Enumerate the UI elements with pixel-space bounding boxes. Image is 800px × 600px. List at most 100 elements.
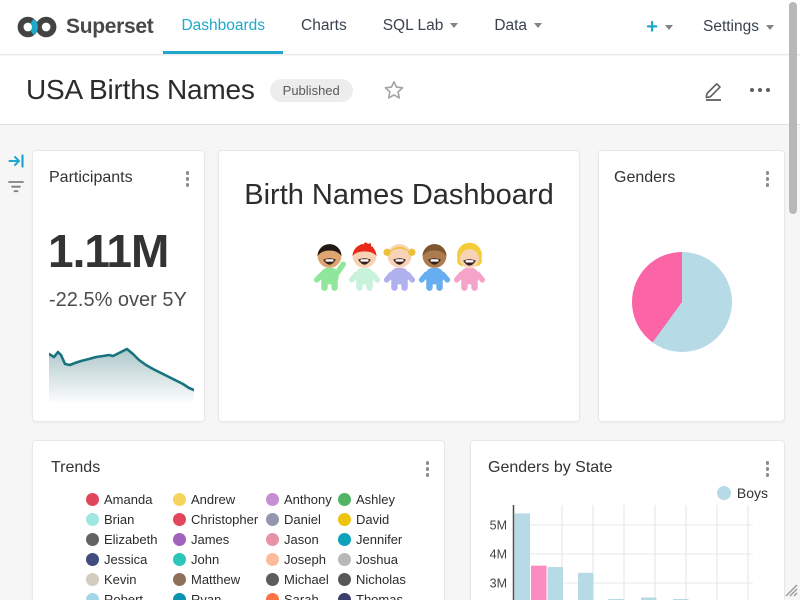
nav-item-label: SQL Lab <box>383 17 444 35</box>
filter-list-icon[interactable] <box>7 178 25 196</box>
favorite-star-icon[interactable] <box>384 80 404 100</box>
legend-label: Jennifer <box>356 532 402 547</box>
svg-text:3M: 3M <box>490 577 507 591</box>
legend-item-boys[interactable]: Boys <box>717 485 768 501</box>
chart-kebab-menu-icon[interactable] <box>423 458 433 480</box>
legend-item-andrew[interactable]: Andrew <box>173 489 266 509</box>
legend-item-jennifer[interactable]: Jennifer <box>338 529 444 549</box>
genders-card: Genders <box>598 150 785 422</box>
legend-item-john[interactable]: John <box>173 549 266 569</box>
legend-dot <box>338 593 351 600</box>
legend-label: Elizabeth <box>104 532 157 547</box>
legend-item-joshua[interactable]: Joshua <box>338 549 444 569</box>
legend-item-james[interactable]: James <box>173 529 266 549</box>
legend-dot <box>86 493 99 506</box>
legend-dot <box>86 533 99 546</box>
legend-dot <box>338 553 351 566</box>
legend-item-robert[interactable]: Robert <box>86 589 173 600</box>
nav-item-dashboards[interactable]: Dashboards <box>163 0 283 54</box>
legend-label: Brian <box>104 512 134 527</box>
new-item-menu[interactable]: + <box>646 17 673 37</box>
legend-item-nicholas[interactable]: Nicholas <box>338 569 444 589</box>
genders-by-state-card: 5M4M3M Genders by State Boys <box>470 440 785 600</box>
legend-item-ryan[interactable]: Ryan <box>173 589 266 600</box>
legend-dot <box>266 553 279 566</box>
welcome-card: Birth Names Dashboard <box>218 150 580 422</box>
chart-kebab-menu-icon[interactable] <box>763 168 773 190</box>
legend-item-michael[interactable]: Michael <box>266 569 338 589</box>
baby-figure-1 <box>313 239 346 295</box>
legend-dot <box>266 593 279 600</box>
baby-figure-3 <box>383 239 416 295</box>
legend-item-jason[interactable]: Jason <box>266 529 338 549</box>
legend-item-christopher[interactable]: Christopher <box>173 509 266 529</box>
legend-item-brian[interactable]: Brian <box>86 509 173 529</box>
nav-item-data[interactable]: Data <box>476 0 560 54</box>
legend-label: Ashley <box>356 492 395 507</box>
nav-item-label: Charts <box>301 17 347 35</box>
legend-item-jessica[interactable]: Jessica <box>86 549 173 569</box>
resize-handle-icon[interactable] <box>780 579 798 597</box>
legend-label: James <box>191 532 229 547</box>
welcome-heading: Birth Names Dashboard <box>219 179 579 212</box>
legend-item-amanda[interactable]: Amanda <box>86 489 173 509</box>
nav-item-label: Dashboards <box>181 17 265 35</box>
legend-dot <box>266 493 279 506</box>
chevron-down-icon <box>665 25 673 30</box>
legend-item-ashley[interactable]: Ashley <box>338 489 444 509</box>
baby-figure-4 <box>418 239 451 295</box>
settings-label: Settings <box>703 18 759 36</box>
vertical-scrollbar-thumb[interactable] <box>789 2 797 214</box>
legend-dot <box>338 533 351 546</box>
participants-sparkline <box>49 336 194 402</box>
legend-dot <box>86 593 99 600</box>
nav-item-charts[interactable]: Charts <box>283 0 365 54</box>
legend-label: Robert <box>104 592 143 600</box>
legend-dot <box>86 573 99 586</box>
edit-pencil-icon[interactable] <box>703 80 724 101</box>
chart-kebab-menu-icon[interactable] <box>763 458 773 480</box>
published-badge[interactable]: Published <box>270 79 353 102</box>
main-nav: Dashboards Charts SQL Lab Data <box>163 0 560 54</box>
legend-dot <box>338 493 351 506</box>
legend-label: Ryan <box>191 592 221 600</box>
legend-item-joseph[interactable]: Joseph <box>266 549 338 569</box>
genders-pie-chart[interactable] <box>632 252 732 352</box>
big-number-value: 1.11M <box>48 228 168 274</box>
chart-kebab-menu-icon[interactable] <box>183 168 193 190</box>
legend-item-kevin[interactable]: Kevin <box>86 569 173 589</box>
legend-label: Anthony <box>284 492 332 507</box>
legend-label: Andrew <box>191 492 235 507</box>
legend-dot <box>86 553 99 566</box>
legend-dot <box>173 513 186 526</box>
chart-title: Genders <box>614 169 675 187</box>
legend-item-thomas[interactable]: Thomas <box>338 589 444 600</box>
superset-logo[interactable]: Superset <box>16 0 153 54</box>
legend-item-matthew[interactable]: Matthew <box>173 569 266 589</box>
legend-dot <box>338 573 351 586</box>
legend-dot <box>173 493 186 506</box>
legend-item-elizabeth[interactable]: Elizabeth <box>86 529 173 549</box>
top-nav: Superset Dashboards Charts SQL Lab Data + S… <box>0 0 800 55</box>
legend-item-anthony[interactable]: Anthony <box>266 489 338 509</box>
legend-label: Sarah <box>284 592 319 600</box>
page-title[interactable]: USA Births Names <box>26 74 255 106</box>
expand-filter-bar-icon[interactable] <box>8 152 26 170</box>
dashboard-canvas: Participants 1.11M -22.5% over 5Y Birth … <box>0 125 800 600</box>
nav-item-sql-lab[interactable]: SQL Lab <box>365 0 477 54</box>
nav-item-label: Data <box>494 17 527 35</box>
svg-text:4M: 4M <box>490 548 507 562</box>
participants-card: Participants 1.11M -22.5% over 5Y <box>32 150 205 422</box>
more-actions-icon[interactable] <box>746 84 775 97</box>
settings-menu[interactable]: Settings <box>703 18 774 36</box>
svg-text:5M: 5M <box>490 519 507 533</box>
legend-label: Matthew <box>191 572 240 587</box>
legend-dot <box>173 533 186 546</box>
nav-right: + Settings <box>646 0 800 54</box>
baby-figure-2 <box>348 239 381 295</box>
chevron-down-icon <box>766 25 774 30</box>
legend-label: John <box>191 552 219 567</box>
legend-item-sarah[interactable]: Sarah <box>266 589 338 600</box>
legend-item-daniel[interactable]: Daniel <box>266 509 338 529</box>
legend-item-david[interactable]: David <box>338 509 444 529</box>
